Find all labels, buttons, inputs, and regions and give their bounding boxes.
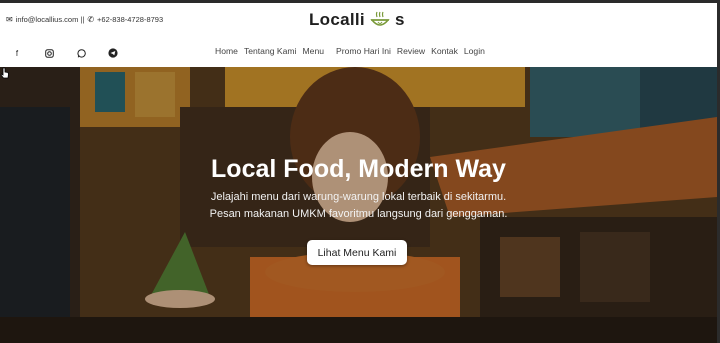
phone-icon: ✆ xyxy=(87,15,95,24)
nav-login[interactable]: Login xyxy=(464,46,485,56)
main-nav: Home Tentang Kami Menu Promo Hari Ini Re… xyxy=(215,46,491,56)
instagram-icon[interactable] xyxy=(43,47,55,59)
nav-promo[interactable]: Promo Hari Ini xyxy=(336,46,391,56)
pointer-cursor-icon xyxy=(0,67,9,79)
nav-review[interactable]: Review xyxy=(397,46,425,56)
whatsapp-icon[interactable] xyxy=(75,47,87,59)
nav-home[interactable]: Home xyxy=(215,46,238,56)
nav-menu[interactable]: Menu xyxy=(303,46,325,56)
brand-logo[interactable]: Localli s xyxy=(309,9,405,31)
contact-info: ✉ info@locallius.com || ✆ +62-838-4728-8… xyxy=(6,15,163,24)
contact-email[interactable]: info@locallius.com || xyxy=(16,15,85,24)
hero-section: Local Food, Modern Way Jelajahi menu dar… xyxy=(0,67,717,343)
facebook-icon[interactable]: f xyxy=(11,47,23,59)
nav-tentang-kami[interactable]: Tentang Kami xyxy=(244,46,297,56)
view-menu-button[interactable]: Lihat Menu Kami xyxy=(307,240,407,265)
hero-subtitle-line-1: Jelajahi menu dari warung-warung lokal t… xyxy=(210,191,507,203)
contact-phone[interactable]: +62-838-4728-8793 xyxy=(97,15,163,24)
hero-overlay xyxy=(0,67,717,343)
hero-title: Local Food, Modern Way xyxy=(211,155,506,183)
brand-name-right: s xyxy=(394,10,405,29)
telegram-icon[interactable] xyxy=(107,47,119,59)
site-header: ✉ info@locallius.com || ✆ +62-838-4728-8… xyxy=(0,3,717,67)
brand-name-left: Localli xyxy=(309,10,365,29)
mail-icon: ✉ xyxy=(6,15,13,24)
nav-kontak[interactable]: Kontak xyxy=(431,46,458,56)
hero-subtitle-line-2: Pesan makanan UMKM favoritmu langsung da… xyxy=(209,208,508,220)
bowl-icon xyxy=(370,11,390,26)
